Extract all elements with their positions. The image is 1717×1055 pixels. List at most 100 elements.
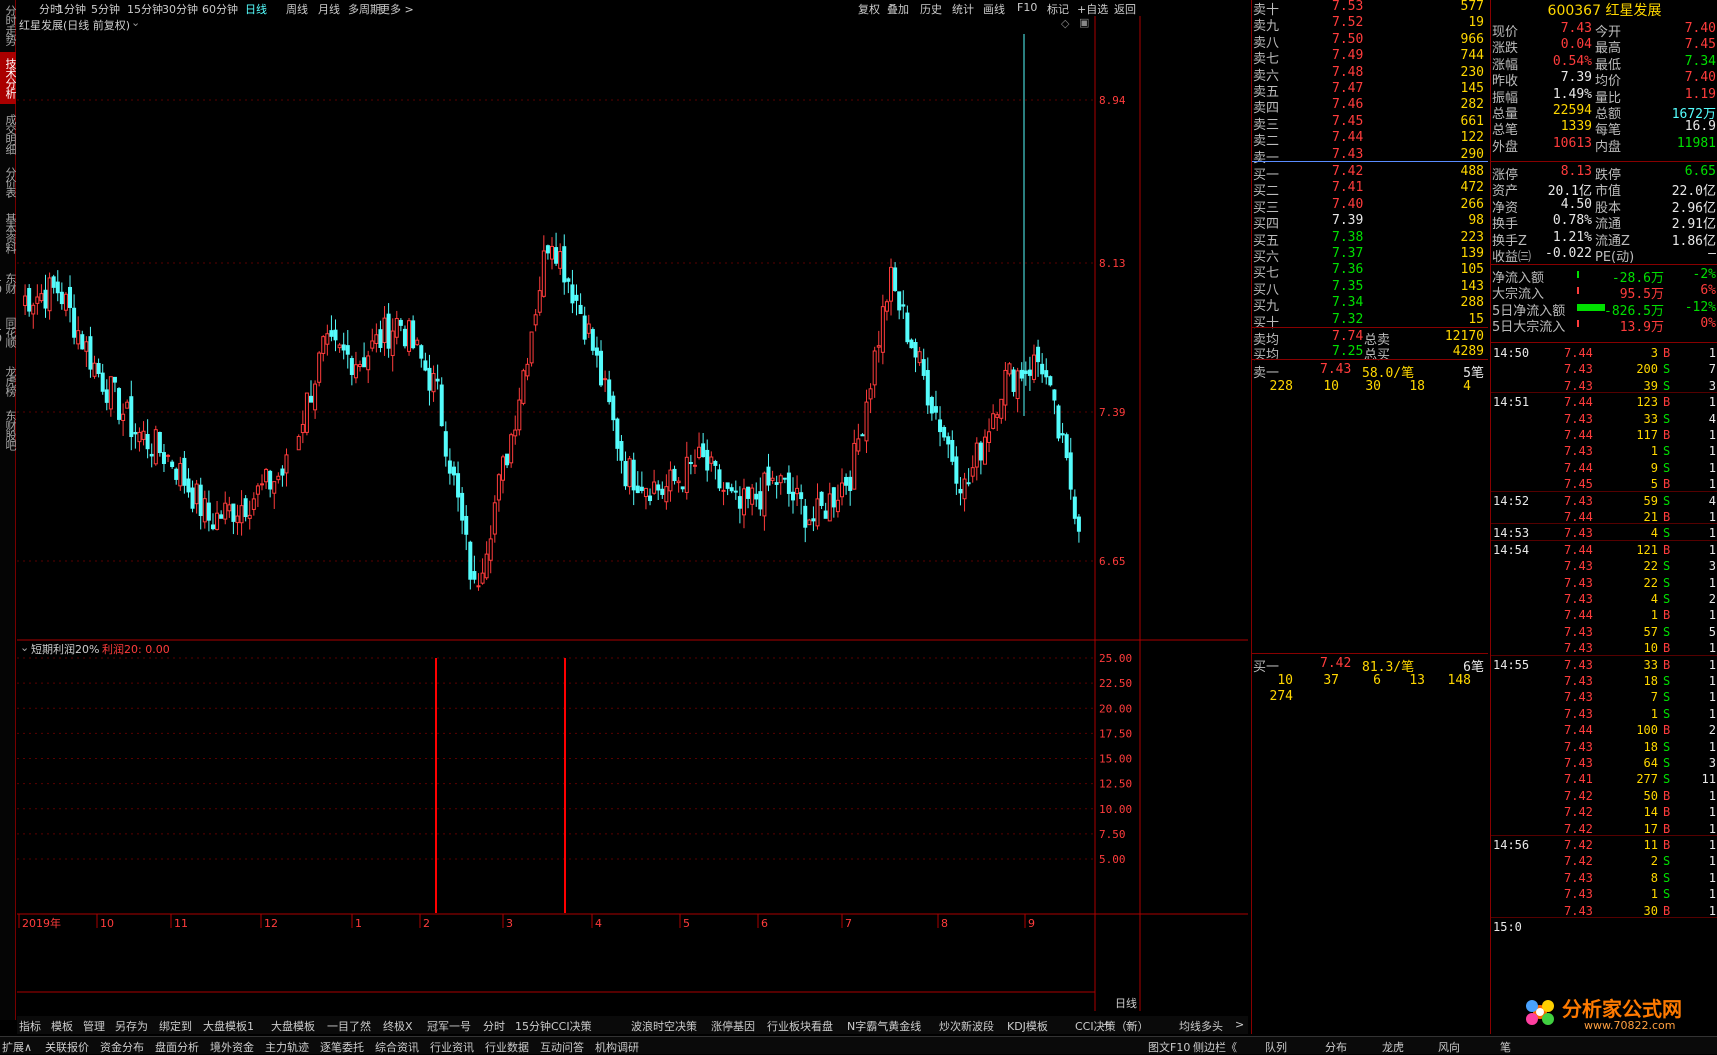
- template-tab-16[interactable]: 炒次新波段: [939, 1018, 994, 1034]
- bid-row[interactable]: 买四 7.39 98: [1252, 212, 1488, 232]
- ask-row[interactable]: 卖七 7.49 744: [1252, 47, 1488, 67]
- bid-row[interactable]: 买五 7.38 223: [1252, 229, 1488, 249]
- template-tab-14[interactable]: 行业板块看盘: [767, 1018, 833, 1034]
- candlestick-chart[interactable]: 8.948.137.396.6525.0022.5020.0017.5015.0…: [17, 16, 1248, 1011]
- period-tab-1[interactable]: 1分钟: [57, 1, 86, 17]
- template-tab-0[interactable]: 指标: [19, 1018, 41, 1034]
- left-tab-8[interactable]: 东财股吧: [0, 405, 17, 455]
- template-tab-15[interactable]: N字霸气黄金线: [847, 1018, 921, 1034]
- ask-row[interactable]: 卖四 7.46 282: [1252, 96, 1488, 116]
- template-tab-19[interactable]: 均线多头: [1179, 1018, 1223, 1034]
- bid-row[interactable]: 买六 7.37 139: [1252, 245, 1488, 265]
- ask-row[interactable]: 卖九 7.52 19: [1252, 14, 1488, 34]
- bid-row[interactable]: 买一 7.42 488: [1252, 163, 1488, 183]
- bid-row[interactable]: 买七 7.36 105: [1252, 261, 1488, 281]
- template-tab-9[interactable]: 冠军一号: [427, 1018, 471, 1034]
- candle-body: [447, 460, 452, 474]
- bid-row[interactable]: 买九 7.34 288: [1252, 294, 1488, 314]
- quote-value: 7.40: [1684, 70, 1716, 86]
- trade-volume: 14: [1643, 805, 1658, 820]
- ask-row[interactable]: 卖六 7.48 230: [1252, 64, 1488, 84]
- template-tab-2[interactable]: 管理: [83, 1018, 105, 1034]
- period-tab-8[interactable]: 月线: [318, 1, 340, 17]
- status-item-10[interactable]: 互动问答: [540, 1039, 584, 1055]
- status-item-6[interactable]: 逐笔委托: [320, 1039, 364, 1055]
- template-tab-6[interactable]: 大盘模板: [271, 1018, 315, 1034]
- status-right-item-5[interactable]: 风向: [1438, 1039, 1460, 1055]
- template-tab-11[interactable]: 15分钟CCI决策: [515, 1018, 592, 1034]
- ask-row[interactable]: 卖二 7.44 122: [1252, 129, 1488, 149]
- bid-row[interactable]: 买三 7.40 266: [1252, 196, 1488, 216]
- period-tab-10[interactable]: 更多 >: [379, 1, 414, 17]
- period-tab-4[interactable]: 30分钟: [162, 1, 198, 17]
- date-label: 9: [1028, 917, 1035, 930]
- ask-row[interactable]: 卖三 7.45 661: [1252, 113, 1488, 133]
- left-tab-5[interactable]: 东财10: [0, 262, 17, 304]
- period-tab-6[interactable]: 日线: [245, 1, 267, 17]
- diamond-icon[interactable]: ◇: [1061, 17, 1069, 30]
- template-tab-10[interactable]: 分时: [483, 1018, 505, 1034]
- period-tab-5[interactable]: 60分钟: [202, 1, 238, 17]
- ask-row[interactable]: 卖五 7.47 145: [1252, 80, 1488, 100]
- bid-row[interactable]: 买二 7.41 472: [1252, 179, 1488, 199]
- left-tab-4[interactable]: 基本资料: [0, 205, 17, 260]
- left-tab-3[interactable]: 分价表: [0, 162, 17, 202]
- status-item-11[interactable]: 机构调研: [595, 1039, 639, 1055]
- chevron-down-icon[interactable]: ⌄: [131, 16, 140, 29]
- left-tab-6[interactable]: 同花顺10: [0, 307, 17, 357]
- tool-button-6[interactable]: 标记: [1047, 1, 1069, 17]
- template-tab-17[interactable]: KDJ模板: [1007, 1018, 1048, 1034]
- template-tab-12[interactable]: 波浪时空决策: [631, 1018, 697, 1034]
- status-item-7[interactable]: 综合资讯: [375, 1039, 419, 1055]
- status-item-0[interactable]: 扩展∧: [2, 1039, 32, 1055]
- period-tab-7[interactable]: 周线: [286, 1, 308, 17]
- status-item-9[interactable]: 行业数据: [485, 1039, 529, 1055]
- template-tab-5[interactable]: 大盘模板1: [203, 1018, 254, 1034]
- status-item-8[interactable]: 行业资讯: [430, 1039, 474, 1055]
- candle-body: [803, 505, 808, 528]
- template-tab-1[interactable]: 模板: [51, 1018, 73, 1034]
- tool-button-4[interactable]: 画线: [983, 1, 1005, 17]
- tool-button-5[interactable]: F10: [1017, 1, 1037, 14]
- tool-button-7[interactable]: +自选: [1077, 1, 1108, 17]
- template-tab-20[interactable]: >: [1235, 1018, 1244, 1031]
- add-icon[interactable]: +: [1102, 1018, 1111, 1031]
- template-tab-4[interactable]: 绑定到: [159, 1018, 192, 1034]
- template-tab-18[interactable]: CCI决策（新）: [1075, 1018, 1149, 1034]
- template-tab-7[interactable]: 一目了然: [327, 1018, 371, 1034]
- status-item-5[interactable]: 主力轨迹: [265, 1039, 309, 1055]
- tool-button-8[interactable]: 返回: [1114, 1, 1136, 17]
- tool-button-3[interactable]: 统计: [952, 1, 974, 17]
- minus-icon[interactable]: −: [1125, 1018, 1134, 1031]
- collapse-icon[interactable]: ⌄: [20, 641, 29, 654]
- status-item-1[interactable]: 关联报价: [45, 1039, 89, 1055]
- window-icon[interactable]: ▣: [1079, 16, 1089, 29]
- period-tab-3[interactable]: 15分钟: [127, 1, 163, 17]
- status-right-item-1[interactable]: 侧边栏《: [1193, 1039, 1237, 1055]
- template-tab-3[interactable]: 另存为: [115, 1018, 148, 1034]
- left-tab-7[interactable]: 龙虎榜: [0, 360, 17, 402]
- status-item-4[interactable]: 境外资金: [210, 1039, 254, 1055]
- status-right-item-4[interactable]: 龙虎: [1382, 1039, 1404, 1055]
- status-item-3[interactable]: 盘面分析: [155, 1039, 199, 1055]
- period-tab-9[interactable]: 多周期: [348, 1, 381, 17]
- status-item-2[interactable]: 资金分布: [100, 1039, 144, 1055]
- trade-volume: 59: [1643, 493, 1658, 508]
- template-tab-8[interactable]: 终极X: [383, 1018, 413, 1034]
- status-right-item-2[interactable]: 队列: [1265, 1039, 1287, 1055]
- tool-button-2[interactable]: 历史: [920, 1, 942, 17]
- period-tab-2[interactable]: 5分钟: [91, 1, 120, 17]
- status-right-item-3[interactable]: 分布: [1325, 1039, 1347, 1055]
- left-tab-0[interactable]: 分时走势: [0, 0, 17, 50]
- status-right-item-0[interactable]: 图文F10: [1148, 1039, 1190, 1055]
- bid-row[interactable]: 买八 7.35 143: [1252, 278, 1488, 298]
- left-tab-2[interactable]: 成交明细: [0, 108, 17, 160]
- tool-button-1[interactable]: 叠加: [887, 1, 909, 17]
- template-tab-13[interactable]: 涨停基因: [711, 1018, 755, 1034]
- chart-area[interactable]: 8.94 8.13 7.39 6.65 25.00 22.50 20.00 17.50 15.0…: [17, 16, 1248, 1011]
- ask-row[interactable]: 卖八 7.50 966: [1252, 31, 1488, 51]
- tool-button-0[interactable]: 复权: [858, 1, 880, 17]
- bid-row[interactable]: 买十 7.32 15: [1252, 311, 1488, 331]
- status-right-item-6[interactable]: 笔: [1500, 1039, 1511, 1055]
- left-tab-1[interactable]: 技术分析: [0, 52, 17, 104]
